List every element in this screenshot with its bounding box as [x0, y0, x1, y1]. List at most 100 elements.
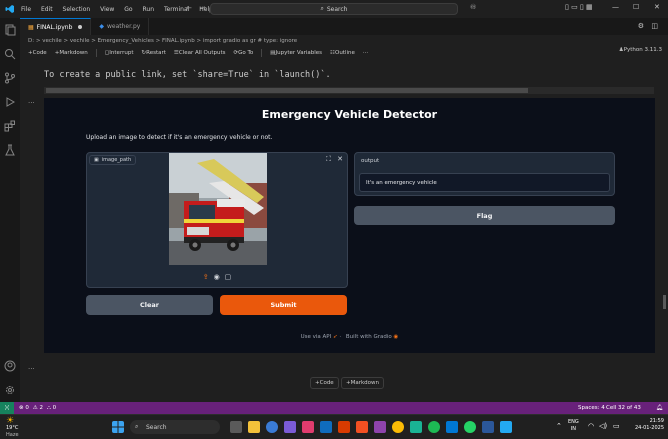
system-clock[interactable]: 21:59 24-01-2025: [635, 418, 664, 432]
tab-final-ipynb[interactable]: ▦ FINAL.ipynb: [20, 18, 92, 35]
menu-selection[interactable]: Selection: [63, 6, 91, 13]
menu-edit[interactable]: Edit: [41, 6, 53, 13]
explorer-icon[interactable]: [4, 24, 16, 36]
image-source-toolbar: ⇪ ◉ ▢: [87, 267, 347, 287]
run-debug-icon[interactable]: [4, 96, 16, 108]
menu-run[interactable]: Run: [143, 6, 155, 13]
restart-button[interactable]: ↻ Restart: [142, 50, 166, 56]
wifi-icon[interactable]: ◠: [588, 422, 594, 430]
add-markdown-cell-button[interactable]: + Markdown: [55, 50, 88, 56]
ports-indicator[interactable]: ⛬ 0: [47, 405, 56, 412]
command-search-box[interactable]: ⌕ Search: [210, 3, 458, 15]
upload-icon[interactable]: ⇪: [203, 273, 209, 281]
add-code-cell-button[interactable]: + Code: [28, 50, 47, 56]
unsaved-dot-icon[interactable]: [78, 25, 83, 29]
clear-all-outputs-button[interactable]: ☰ Clear All Outputs: [174, 50, 226, 56]
submit-button[interactable]: Submit: [220, 295, 347, 315]
built-with-gradio-link[interactable]: Built with Gradio: [346, 334, 392, 340]
status-bar: ⟩⟨ ⊗ 0 ⚠ 2 ⛬ 0 Spaces: 4 Cell 32 of 43 🔔…: [0, 402, 668, 414]
menu-view[interactable]: View: [100, 6, 114, 13]
menu-go[interactable]: Go: [124, 6, 132, 13]
app-icon[interactable]: [410, 421, 422, 433]
remote-indicator-icon[interactable]: ⟩⟨: [0, 402, 14, 414]
taskbar-search-box[interactable]: ⌕ Search: [130, 420, 220, 434]
volume-icon[interactable]: ◁): [599, 422, 607, 430]
battery-icon[interactable]: ▭: [613, 422, 620, 430]
notifications-bell-icon[interactable]: 🔔︎: [656, 405, 663, 411]
add-code-cell-bottom-button[interactable]: + Code: [310, 377, 339, 389]
whatsapp-icon[interactable]: [464, 421, 476, 433]
spotify-icon[interactable]: [428, 421, 440, 433]
gradio-logo-icon: ◉: [393, 334, 399, 340]
notebook-file-icon: ▦: [28, 23, 34, 31]
errors-indicator[interactable]: ⊗ 0: [19, 405, 29, 411]
image-input-label: ▣ image_path: [89, 155, 137, 165]
source-control-icon[interactable]: [4, 72, 16, 84]
image-input-block[interactable]: ▣ image_path ⛶ ✕ ⇪ ◉ ▢: [86, 152, 348, 288]
toolbar-divider: [261, 49, 263, 57]
goto-label: Go To: [238, 50, 254, 56]
back-arrow-icon[interactable]: ←: [186, 4, 192, 12]
account-icon[interactable]: [4, 360, 16, 372]
copilot-icon[interactable]: ♾: [470, 3, 476, 11]
webcam-icon[interactable]: ◉: [214, 273, 220, 281]
indentation-status[interactable]: Spaces: 4: [578, 405, 605, 411]
vscode-taskbar-icon[interactable]: [500, 421, 512, 433]
minimize-icon[interactable]: —: [612, 3, 619, 11]
clipboard-icon[interactable]: ▢: [225, 273, 232, 281]
file-explorer-icon[interactable]: [248, 421, 260, 433]
output-value[interactable]: It's an emergency vehicle: [359, 173, 610, 192]
settings-gear-icon[interactable]: [4, 384, 16, 396]
flag-button[interactable]: Flag: [354, 206, 615, 225]
outline-button[interactable]: ☷ Outline: [330, 50, 355, 56]
tab-weather-py[interactable]: ◆ weather.py: [91, 18, 150, 35]
edge-browser-icon[interactable]: [266, 421, 278, 433]
app-description: Upload an image to detect if it's an eme…: [86, 134, 273, 141]
cell-more-button[interactable]: ···: [28, 99, 35, 107]
add-code-label: Code: [319, 380, 334, 386]
split-editor-icon[interactable]: ◫: [651, 22, 658, 30]
bing-icon[interactable]: [320, 421, 332, 433]
windows-start-icon[interactable]: [112, 421, 124, 433]
app-icon[interactable]: [446, 421, 458, 433]
task-view-icon[interactable]: [230, 421, 242, 433]
command-search-label: Search: [326, 5, 348, 13]
breadcrumb[interactable]: D: > vechile > vechile > Emergency_Vehic…: [28, 36, 297, 46]
copilot-app-icon[interactable]: [302, 421, 314, 433]
use-via-api-link[interactable]: Use via API: [301, 334, 332, 340]
fullscreen-icon[interactable]: ⛶: [326, 155, 331, 163]
search-icon[interactable]: [4, 48, 16, 60]
app-icon[interactable]: [374, 421, 386, 433]
kernel-picker[interactable]: ♟ Python 3.11.3: [619, 47, 662, 53]
toolbar-divider: [95, 49, 97, 57]
cell-position-status[interactable]: Cell 32 of 43: [606, 405, 641, 411]
jupyter-variables-button[interactable]: ▤ Jupyter Variables: [270, 50, 322, 56]
weather-widget[interactable]: ☀ 19°C Haze: [6, 417, 19, 439]
add-markdown-cell-bottom-button[interactable]: + Markdown: [341, 377, 385, 389]
app-icon[interactable]: [356, 421, 368, 433]
add-code-label: Code: [32, 50, 47, 56]
clear-image-icon[interactable]: ✕: [337, 155, 343, 163]
maximize-icon[interactable]: ☐: [633, 3, 639, 11]
teams-icon[interactable]: [284, 421, 296, 433]
clear-button[interactable]: Clear: [86, 295, 213, 315]
layout-toggle-icons[interactable]: ▯ ▭ ▯ ▦: [565, 3, 593, 11]
close-icon[interactable]: ✕: [654, 3, 660, 11]
menu-file[interactable]: File: [21, 6, 31, 13]
input-language-indicator[interactable]: ENG IN: [568, 419, 579, 433]
extensions-icon[interactable]: [4, 120, 16, 132]
testing-icon[interactable]: [4, 144, 16, 156]
output-scrollbar-thumb[interactable]: [46, 88, 528, 93]
word-icon[interactable]: [482, 421, 494, 433]
warnings-indicator[interactable]: ⚠ 2: [33, 405, 43, 411]
chrome-icon[interactable]: [392, 421, 404, 433]
forward-arrow-icon[interactable]: →: [200, 4, 206, 12]
more-actions-button[interactable]: ···: [363, 50, 368, 56]
settings-gear-icon[interactable]: ⚙: [638, 22, 644, 30]
tray-overflow-chevron-icon[interactable]: ⌃: [556, 422, 562, 430]
goto-button[interactable]: ⟳ Go To: [234, 50, 254, 56]
editor-scrollbar-thumb[interactable]: [663, 295, 666, 309]
cell-more-button[interactable]: ···: [28, 365, 35, 373]
interrupt-button[interactable]: ◻ Interrupt: [105, 50, 134, 56]
office-icon[interactable]: [338, 421, 350, 433]
